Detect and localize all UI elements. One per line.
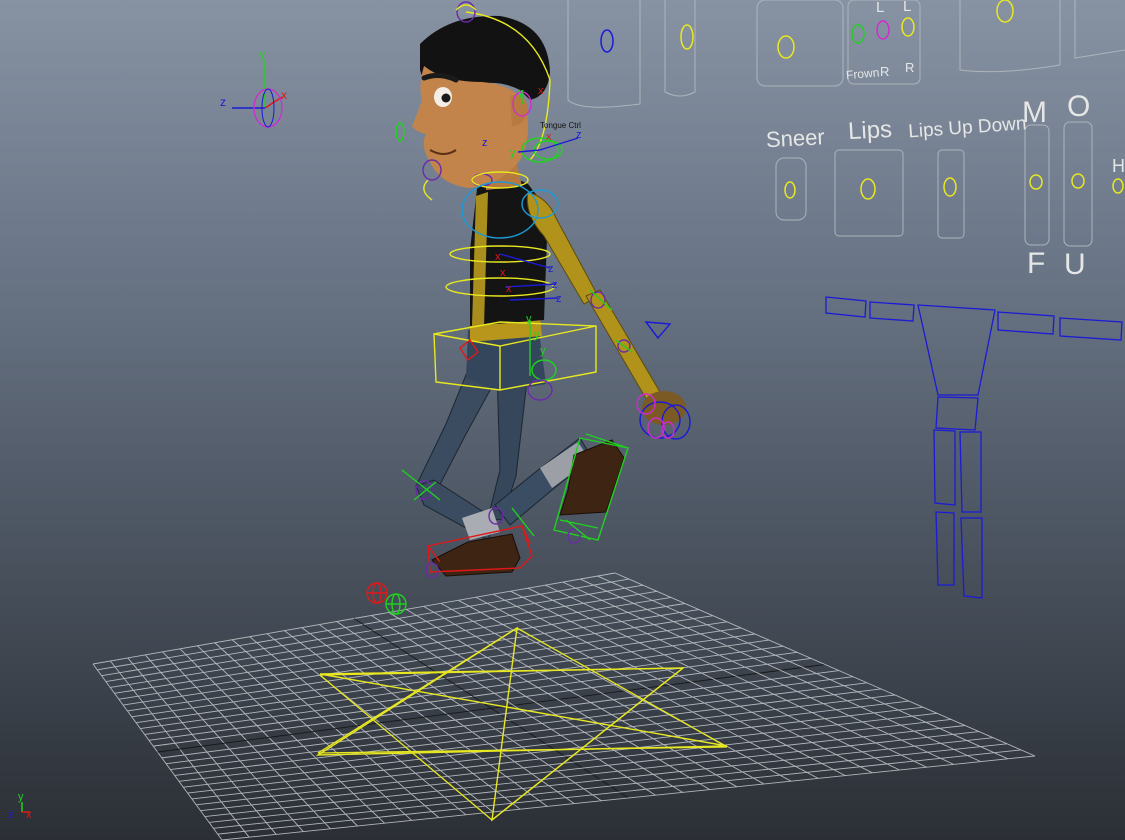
rig-x-label-4: x [500,267,506,279]
rig-x-label-1: x [538,85,544,97]
rig-z-label-4: z [552,279,558,291]
grid-line [527,587,900,771]
label-lips-up-down: Lips Up Down [908,113,1027,142]
rig-y-label-5: y [540,345,546,357]
rig-x-label-2: x [546,131,552,143]
rig-y-label-3: y [526,313,532,325]
axis-gizmo-top[interactable]: y z x [220,47,287,128]
label-m: M [1022,96,1047,129]
rig-y-label-4: y [534,329,540,341]
rig-z-label-1: z [482,137,488,149]
rig-x-label-5: x [506,283,512,295]
label-h: H [1112,156,1125,176]
label-lips: Lips [847,116,892,145]
label-frown: Frown [845,65,879,82]
body-picker-outline[interactable] [825,296,1123,599]
grid-line [221,755,1036,840]
rig-z-label-5: z [556,293,562,305]
label-r-1: R [880,64,889,79]
label-u: U [1064,248,1086,281]
view-axis-z: z [8,809,14,821]
face-panel-labels: Sneer Lips Lips Up Down M O F U L L Frow… [765,0,1125,281]
grid-line [510,590,873,774]
elbow-pole-vector [644,321,672,340]
grid-line [597,575,1009,760]
label-l-1: L [876,0,884,16]
grid-line [388,612,683,793]
ground-grid [92,572,1036,840]
chin-control [423,179,433,201]
axis-z-label: z [220,95,226,109]
label-r-2: R [905,60,914,75]
rig-y-label-1: y [518,87,524,99]
view-axis-x: x [26,809,32,821]
ground-spheres[interactable] [366,582,407,615]
pupil [441,93,451,103]
eye-control [395,122,405,142]
label-f: F [1027,247,1045,280]
scene-canvas[interactable]: y z x Sneer Lips Lips Up Down M O F U L … [0,0,1125,840]
rig-z-label-2: z [576,129,582,141]
maya-viewport[interactable]: y z x Sneer Lips Lips Up Down M O F U L … [0,0,1125,840]
view-axis-indicator: y z x [8,791,32,821]
label-sneer: Sneer [765,124,825,152]
rig-x-label-3: x [495,251,501,263]
label-o: O [1067,90,1090,123]
rig-z-label-3: z [548,263,554,275]
axis-y-label: y [259,47,265,61]
axis-x-label: x [281,88,287,102]
rig-y-label-2: y [510,147,516,159]
tongue-ctrl-label: Tongue Ctrl [540,121,581,130]
view-axis-y: y [18,791,24,803]
label-l-2: L [903,0,911,15]
